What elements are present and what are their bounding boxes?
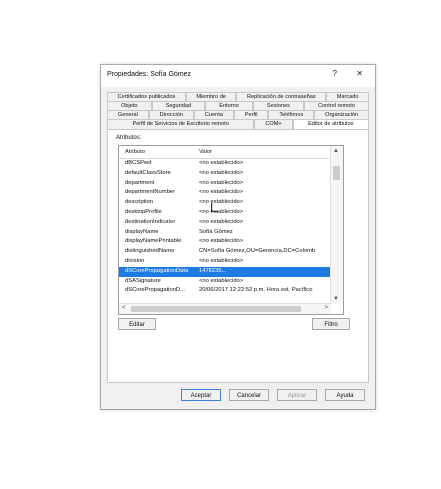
attribute-name: displayName bbox=[125, 228, 159, 235]
attributes-rows: dBCSPwd <no establecido> defaultClassStor… bbox=[119, 159, 331, 304]
attribute-name: distinguishedName bbox=[125, 248, 175, 255]
horizontal-scrollbar[interactable]: < > bbox=[119, 303, 331, 314]
cancel-button[interactable]: Cancelar bbox=[229, 389, 269, 401]
attribute-name: department bbox=[125, 179, 155, 186]
attribute-value: <no establecido> bbox=[199, 238, 244, 245]
tab-row-4: Perfil de Servicios de Escritorio remoto… bbox=[107, 119, 369, 129]
help-icon[interactable]: ? bbox=[333, 69, 337, 78]
attribute-value: 20/06/2017 12:22:52 p.m. Hora est. Pacíf… bbox=[199, 287, 313, 294]
list-item[interactable]: departmentNumber <no establecido> bbox=[119, 188, 331, 198]
attribute-value: <no establecido> bbox=[199, 160, 244, 166]
close-icon[interactable]: ✕ bbox=[356, 69, 363, 78]
title-bar: Propiedades: Sofía Gómez ? ✕ bbox=[101, 65, 375, 87]
attribute-name: displayNamePrintable bbox=[125, 238, 182, 245]
column-attribute[interactable]: Atributo bbox=[125, 149, 145, 155]
scroll-up-icon[interactable]: ▲ bbox=[333, 148, 339, 154]
accept-button[interactable]: Aceptar bbox=[181, 389, 221, 401]
list-item[interactable]: destinationIndicator <no establecido> bbox=[119, 218, 331, 228]
list-item[interactable]: desktopProfile <no establecido> bbox=[119, 208, 331, 218]
list-item[interactable]: description <no establecido> bbox=[119, 198, 331, 208]
properties-dialog: Propiedades: Sofía Gómez ? ✕ Certificado… bbox=[100, 64, 376, 410]
tab-editor-de-atributos[interactable]: Editor de atributos bbox=[292, 119, 369, 129]
attribute-name: description bbox=[125, 199, 154, 206]
list-item[interactable]: dSASignature <no establecido> bbox=[119, 277, 331, 287]
tab-com-plus[interactable]: COM+ bbox=[254, 119, 293, 129]
attribute-name: defaultClassStore bbox=[125, 169, 171, 176]
window-title: Propiedades: Sofía Gómez bbox=[107, 71, 192, 78]
attribute-editor-panel: Atributos: Atributo Valor dBCSPwd <no est… bbox=[107, 129, 369, 383]
scroll-left-icon[interactable]: < bbox=[122, 305, 126, 311]
scroll-right-icon[interactable]: > bbox=[324, 305, 328, 311]
attribute-value: <no establecido> bbox=[199, 218, 244, 225]
attribute-name: destinationIndicator bbox=[125, 218, 176, 225]
list-item[interactable]: dSCorePropagationD... 20/06/2017 12:22:52… bbox=[119, 286, 331, 296]
horizontal-scroll-thumb[interactable] bbox=[131, 306, 301, 312]
help-button[interactable]: Ayuda bbox=[325, 389, 365, 401]
selected-list-item[interactable]: dSCorePropagationData 1478236... bbox=[119, 266, 331, 277]
attribute-name: division bbox=[125, 257, 145, 264]
list-item[interactable]: division <no establecido> bbox=[119, 257, 331, 267]
list-item[interactable]: displayNamePrintable <no establecido> bbox=[119, 237, 331, 247]
attribute-name: dSCorePropagationD... bbox=[125, 287, 185, 294]
list-item[interactable]: distinguishedName CN=Sofía Gómez,OU=Geren… bbox=[119, 247, 331, 257]
attributes-label: Atributos: bbox=[116, 135, 142, 141]
apply-button[interactable]: Aplicar bbox=[277, 389, 317, 401]
vertical-scroll-thumb[interactable] bbox=[333, 166, 340, 180]
list-item[interactable]: dBCSPwd <no establecido> bbox=[119, 159, 331, 169]
attribute-value: <no establecido> bbox=[199, 277, 244, 284]
attribute-value: <no establecido> bbox=[199, 257, 244, 264]
scroll-down-icon[interactable]: ▼ bbox=[333, 296, 339, 302]
attribute-value: CN=Sofía Gómez,OU=Gerencia,DC=Colomb bbox=[199, 248, 316, 255]
list-item[interactable]: defaultClassStore <no establecido> bbox=[119, 169, 331, 179]
attribute-value: 1478236... bbox=[199, 267, 227, 274]
attribute-value: <no establecido> bbox=[199, 169, 244, 176]
attribute-name: dSCorePropagationData bbox=[125, 267, 189, 274]
list-item[interactable]: department <no establecido> bbox=[119, 179, 331, 189]
list-header: Atributo Valor bbox=[119, 146, 331, 159]
attribute-value: <no establecido> bbox=[199, 179, 244, 186]
tab-perfil-servicios-escritorio-remoto[interactable]: Perfil de Servicios de Escritorio remoto bbox=[107, 119, 255, 129]
vertical-scrollbar[interactable]: ▲ ▼ bbox=[330, 146, 343, 304]
attribute-name: dSASignature bbox=[125, 277, 161, 284]
attribute-name: dBCSPwd bbox=[125, 160, 152, 166]
edit-button[interactable]: Editar bbox=[118, 318, 156, 330]
attribute-value: Sofía Gómez bbox=[199, 228, 233, 235]
attribute-name: desktopProfile bbox=[125, 208, 162, 215]
attributes-list[interactable]: Atributo Valor dBCSPwd <no establecido> d… bbox=[118, 145, 344, 315]
column-value[interactable]: Valor bbox=[199, 149, 212, 155]
attribute-value: <no establecido> bbox=[199, 208, 244, 215]
filter-button[interactable]: Filtro bbox=[312, 318, 350, 330]
attribute-value: <no establecido> bbox=[199, 199, 244, 206]
attribute-value: <no establecido> bbox=[199, 189, 244, 196]
list-item[interactable]: displayName Sofía Gómez bbox=[119, 228, 331, 238]
attribute-name: departmentNumber bbox=[125, 189, 175, 196]
